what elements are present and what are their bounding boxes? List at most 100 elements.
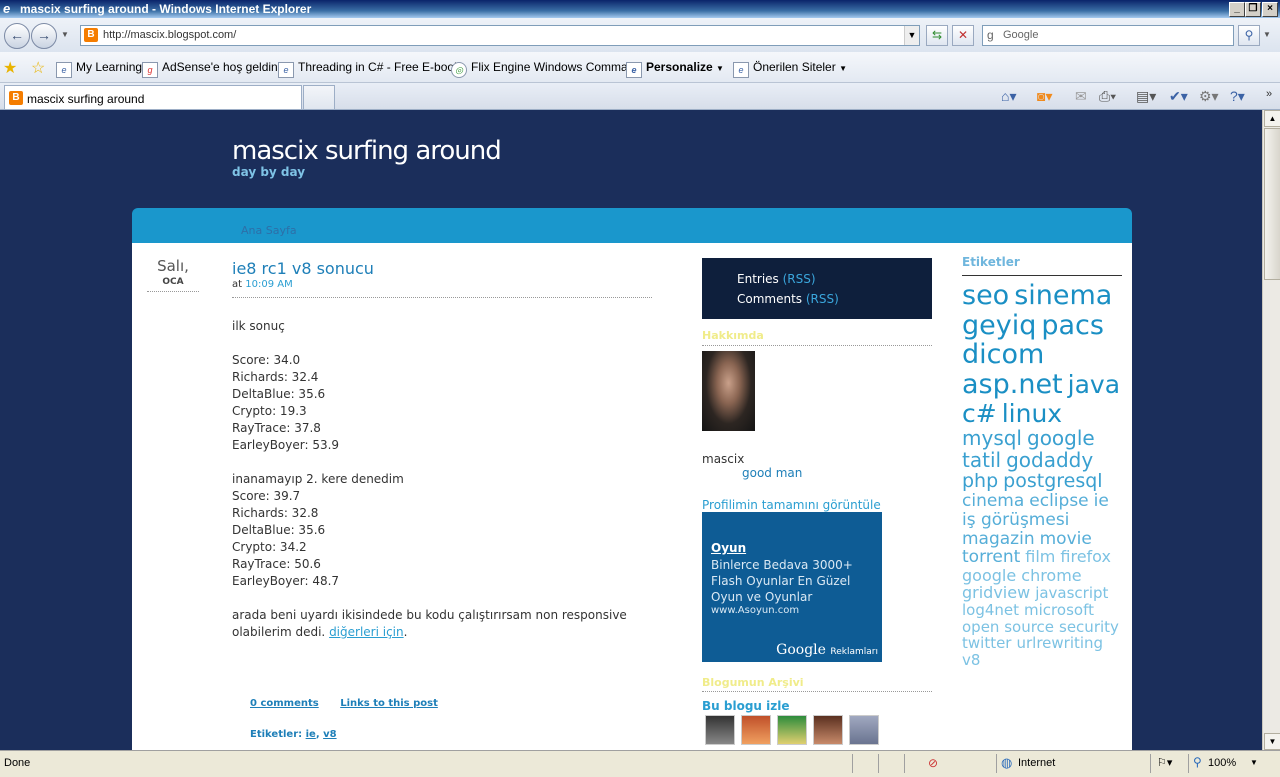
favorite-personalize-menu[interactable]: e Personalize ▼ (626, 60, 724, 78)
favorite-link-my-learning[interactable]: e My Learning (56, 60, 142, 78)
label-cloud-link[interactable]: pacs (1041, 310, 1104, 341)
label-cloud-link[interactable]: javascript (1035, 585, 1108, 602)
label-link-v8[interactable]: v8 (323, 729, 336, 740)
post-title[interactable]: ie8 rc1 v8 sonucu (232, 259, 374, 278)
comments-link[interactable]: 0 comments (250, 698, 319, 709)
label-cloud-link[interactable]: eclipse (1029, 492, 1088, 511)
label-cloud-link[interactable]: sinema (1014, 281, 1112, 311)
label-cloud-link[interactable]: magazin (962, 529, 1035, 549)
profile-full-link[interactable]: Profilimin tamamını görüntüle (702, 498, 881, 512)
comments-rss-link[interactable]: (RSS) (806, 292, 839, 306)
ad-url[interactable]: www.Asoyun.com (711, 605, 799, 616)
label-cloud-link[interactable]: open source (962, 619, 1054, 636)
back-button[interactable]: ← (4, 23, 30, 49)
comments-label: Comments (737, 292, 803, 306)
label-cloud-link[interactable]: security (1059, 619, 1119, 636)
post-time-link[interactable]: 10:09 AM (245, 279, 292, 290)
tab-active[interactable]: B mascix surfing around (4, 85, 302, 109)
label-cloud-link[interactable]: c# (962, 400, 997, 428)
page-menu-icon[interactable]: ▤▾ (1136, 88, 1156, 105)
label-cloud-link[interactable]: cinema (962, 492, 1024, 511)
label-cloud-link[interactable]: seo (962, 281, 1009, 311)
label-cloud-link[interactable]: tatil (962, 449, 1001, 471)
favorite-suggested-sites-menu[interactable]: e Önerilen Siteler ▼ (733, 60, 847, 78)
label-cloud-link[interactable]: urlrewriting (1016, 635, 1103, 652)
favorite-link-flix-engine[interactable]: ◎ Flix Engine Windows Comma... (451, 60, 638, 78)
add-favorite-icon[interactable]: ☆ (31, 58, 45, 78)
google-ad-box[interactable]: Oyun Binlerce Bedava 3000+ Flash Oyunlar… (702, 512, 882, 662)
favorite-link-adsense[interactable]: g AdSense'e hoş geldiniz (142, 60, 286, 78)
popup-blocker-icon[interactable]: ⚐▾ (1157, 756, 1172, 769)
label-cloud-link[interactable]: postgresql (1003, 471, 1102, 492)
label-cloud-link[interactable]: google chrome (962, 567, 1082, 585)
refresh-button[interactable]: ⇆ (926, 25, 948, 46)
label-cloud-link[interactable]: ie (1094, 492, 1109, 511)
help-icon[interactable]: ?▾ (1230, 88, 1245, 105)
favorites-star-icon[interactable]: ★ (3, 58, 17, 78)
label-cloud-link[interactable]: log4net (962, 602, 1019, 619)
label-cloud-link[interactable]: firefox (1060, 548, 1111, 566)
labels-prefix: Etiketler: (250, 729, 303, 740)
zoom-dropdown-icon[interactable]: ▼ (1250, 758, 1258, 767)
closing-link[interactable]: diğerleri için (329, 625, 404, 639)
restore-button[interactable]: ❐ (1245, 2, 1261, 17)
entries-feed[interactable]: Entries (RSS) (737, 272, 816, 286)
label-link-ie[interactable]: ie (306, 729, 316, 740)
label-cloud-link[interactable]: linux (1002, 400, 1062, 428)
tools-gear-icon[interactable]: ⚙▾ (1199, 88, 1219, 105)
scroll-thumb[interactable] (1264, 128, 1280, 280)
label-cloud-link[interactable]: microsoft (1024, 602, 1094, 619)
minimize-button[interactable]: _ (1229, 2, 1245, 17)
follower-avatar[interactable] (777, 715, 807, 745)
label-cloud-link[interactable]: iş görüşmesi (962, 511, 1069, 530)
ad-title[interactable]: Oyun (711, 541, 746, 555)
scroll-down-icon[interactable]: ▼ (1264, 733, 1280, 750)
label-cloud-link[interactable]: php (962, 471, 998, 492)
favorite-link-threading[interactable]: e Threading in C# - Free E-book (278, 60, 460, 78)
comments-feed[interactable]: Comments (RSS) (737, 292, 839, 306)
search-input[interactable]: g Google (982, 25, 1234, 46)
feeds-icon[interactable]: ◙▾ (1037, 88, 1052, 105)
vertical-scrollbar[interactable]: ▲ ▼ (1262, 110, 1280, 750)
address-field[interactable]: B http://mascix.blogspot.com/ ▼ (80, 25, 920, 46)
label-cloud-link[interactable]: geyiq (962, 310, 1036, 341)
stop-button[interactable]: ✕ (952, 25, 974, 46)
search-go-button[interactable]: ⚲ (1238, 25, 1260, 46)
new-tab-button[interactable] (303, 85, 335, 109)
search-options-dropdown-icon[interactable]: ▼ (1263, 30, 1271, 39)
label-cloud-link[interactable]: gridview (962, 584, 1030, 602)
label-cloud-link[interactable]: mysql (962, 427, 1022, 449)
mail-icon[interactable]: ✉ (1075, 88, 1087, 105)
label-cloud-link[interactable]: torrent (962, 548, 1020, 567)
label-cloud-link[interactable]: v8 (962, 652, 980, 669)
nav-home-link[interactable]: Ana Sayfa (241, 224, 297, 237)
label-cloud-link[interactable]: google (1027, 427, 1095, 449)
follower-avatar[interactable] (705, 715, 735, 745)
print-icon[interactable]: ⎙▾ (1099, 88, 1116, 105)
profile-photo[interactable] (702, 351, 755, 431)
zoom-level[interactable]: 100% (1208, 757, 1236, 769)
forward-button[interactable]: → (31, 23, 57, 49)
label-cloud-link[interactable]: twitter (962, 635, 1011, 652)
follower-avatar[interactable] (741, 715, 771, 745)
backlinks-link[interactable]: Links to this post (340, 698, 438, 709)
follower-avatar[interactable] (813, 715, 843, 745)
more-chevron-icon[interactable]: » (1266, 88, 1272, 100)
scroll-up-icon[interactable]: ▲ (1264, 110, 1280, 127)
label-cloud-link[interactable]: film (1025, 548, 1055, 566)
close-button[interactable]: × (1262, 2, 1278, 17)
home-icon[interactable]: ⌂▾ (1001, 88, 1016, 105)
zoom-icon[interactable]: ⚲ (1193, 755, 1202, 769)
label-cloud-link[interactable]: dicom (962, 340, 1044, 370)
address-dropdown-icon[interactable]: ▼ (904, 26, 919, 45)
safety-icon[interactable]: ✔▾ (1169, 88, 1188, 105)
label-cloud-link[interactable]: godaddy (1006, 449, 1093, 471)
label-cloud-link[interactable]: java (1068, 371, 1120, 399)
entries-rss-link[interactable]: (RSS) (783, 272, 816, 286)
blog-title[interactable]: mascix surfing around (232, 136, 502, 166)
url-text[interactable]: http://mascix.blogspot.com/ (103, 29, 236, 41)
label-cloud-link[interactable]: movie (1040, 529, 1092, 549)
follower-avatar[interactable] (849, 715, 879, 745)
label-cloud-link[interactable]: asp.net (962, 370, 1063, 400)
history-dropdown-icon[interactable]: ▼ (61, 30, 69, 39)
